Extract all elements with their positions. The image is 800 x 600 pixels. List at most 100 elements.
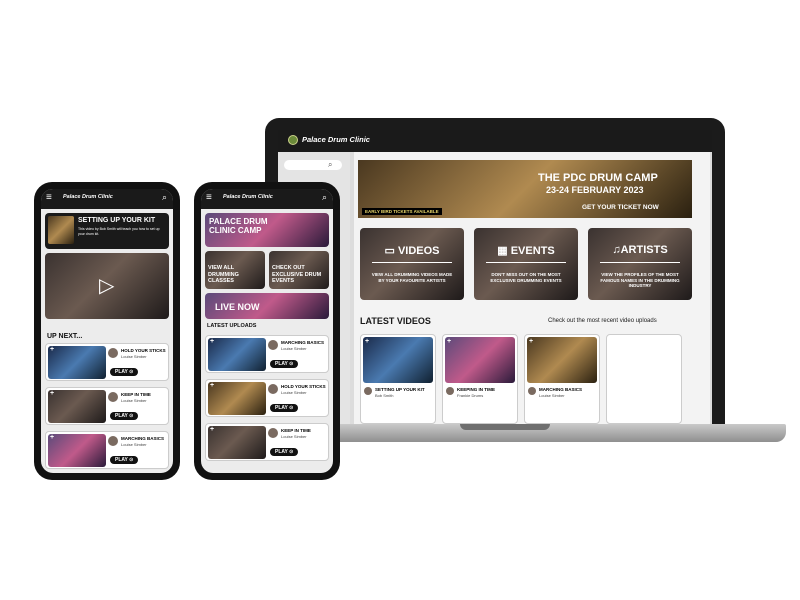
logo-text[interactable]: Palace Drum Clinic: [302, 135, 370, 144]
play-button[interactable]: PLAY ⊙: [270, 404, 299, 412]
view-all-label: VIEW ALL DRUM VIDEOS: [612, 373, 676, 393]
avatar: [268, 340, 278, 350]
video-author: Louise Simber: [539, 393, 565, 398]
camp-banner[interactable]: PALACE DRUM CLINIC CAMP: [205, 213, 329, 247]
play-button[interactable]: PLAY ⊙: [110, 456, 139, 464]
video-title: MARCHING BASICS: [121, 436, 165, 441]
feature-video-card[interactable]: SETTING UP YOUR KIT This video by Bob Sm…: [45, 213, 169, 249]
avatar: [528, 387, 536, 395]
avatar: [446, 387, 454, 395]
plus-icon[interactable]: +: [50, 390, 54, 397]
phone-2-frame: ≡ Palace Drum Clinic ⌕ PALACE DRUM CLINI…: [194, 182, 340, 480]
early-bird-badge: EARLY BIRD TICKETS AVAILABLE: [362, 208, 442, 215]
video-thumbnail: [48, 390, 106, 423]
classes-tile[interactable]: VIEW ALL DRUMMING CLASSES: [205, 251, 265, 289]
video-card[interactable]: + MARCHING BASICS Louise Simber: [524, 334, 600, 424]
search-icon[interactable]: ⌕: [328, 160, 332, 170]
logo-icon[interactable]: [288, 135, 298, 145]
video-author: Frankie Drums: [457, 393, 484, 398]
video-thumbnail: [208, 382, 266, 415]
video-title: MARCHING BASICS: [281, 340, 325, 345]
search-input[interactable]: [284, 160, 342, 170]
hero-banner[interactable]: THE PDC DRUM CAMP 23-24 FEBRUARY 2023 GE…: [358, 160, 692, 218]
video-author: Louise Simber: [281, 434, 307, 439]
video-title: KEEP IN TIME: [121, 392, 151, 397]
video-thumbnail[interactable]: [363, 337, 433, 383]
video-author: Louise Simber: [281, 346, 307, 351]
up-next-heading: UP NEXT...: [47, 333, 83, 340]
feature-desc: This video by Bob Smith will teach you h…: [78, 227, 160, 236]
plus-icon[interactable]: +: [50, 346, 54, 353]
video-thumbnail[interactable]: [445, 337, 515, 383]
plus-icon[interactable]: +: [210, 426, 214, 433]
events-label: CHECK OUT EXCLUSIVE DRUM EVENTS: [272, 265, 322, 284]
video-author: Bob Smith: [375, 393, 394, 398]
category-title: EVENTS: [510, 245, 555, 257]
plus-icon[interactable]: +: [210, 338, 214, 345]
video-thumbnail[interactable]: [527, 337, 597, 383]
view-all-videos-card[interactable]: VIEW ALL DRUM VIDEOS: [606, 334, 682, 424]
divider: [600, 262, 680, 263]
logo-text[interactable]: Palace Drum Clinic: [223, 194, 273, 200]
camp-title: PALACE DRUM CLINIC CAMP: [209, 217, 268, 235]
video-author: Louise Simber: [121, 442, 147, 447]
play-icon[interactable]: ▷: [99, 273, 114, 298]
video-title: MARCHING BASICS: [539, 387, 583, 392]
main-content: THE PDC DRUM CAMP 23-24 FEBRUARY 2023 GE…: [354, 152, 710, 424]
latest-videos-heading: LATEST VIDEOS: [360, 316, 431, 326]
play-button[interactable]: PLAY ⊙: [110, 412, 139, 420]
live-now-label: LIVE NOW: [215, 302, 260, 312]
feature-thumbnail: [48, 216, 74, 244]
video-title: KEEPING IN TIME: [457, 387, 496, 392]
avatar: [268, 384, 278, 394]
video-author: Louise Simber: [121, 398, 147, 403]
events-tile[interactable]: CHECK OUT EXCLUSIVE DRUM EVENTS: [269, 251, 329, 289]
list-item[interactable]: + HOLD YOUR STICKS Louise Simber PLAY ⊙: [45, 343, 169, 381]
list-item[interactable]: + KEEP IN TIME Louise Simber PLAY ⊙: [45, 387, 169, 425]
plus-icon[interactable]: +: [529, 338, 533, 345]
video-title: HOLD YOUR STICKS: [281, 384, 326, 389]
phone-1-frame: ≡ Palace Drum Clinic ⌕ SETTING UP YOUR K…: [34, 182, 180, 480]
play-button[interactable]: PLAY ⊙: [110, 368, 139, 376]
phone-1-screen: ≡ Palace Drum Clinic ⌕ SETTING UP YOUR K…: [41, 189, 173, 473]
video-title: SETTING UP YOUR KIT: [375, 387, 425, 392]
video-thumbnail: [208, 338, 266, 371]
video-thumbnail: [48, 434, 106, 467]
menu-icon[interactable]: ≡: [46, 192, 52, 203]
ticket-cta-link[interactable]: GET YOUR TICKET NOW: [582, 204, 659, 211]
divider: [486, 262, 566, 263]
list-item[interactable]: + MARCHING BASICS Louise Simber PLAY ⊙: [205, 335, 329, 373]
category-card-videos[interactable]: ▭ VIDEOS VIEW ALL DRUMMING VIDEOS MADE B…: [360, 228, 464, 300]
plus-icon[interactable]: +: [447, 338, 451, 345]
music-note-icon: ♫: [612, 244, 621, 256]
phone-navbar: ≡ Palace Drum Clinic ⌕: [41, 189, 173, 209]
live-now-banner[interactable]: LIVE NOW: [205, 293, 329, 319]
latest-uploads-heading: LATEST UPLOADS: [207, 323, 257, 329]
category-card-events[interactable]: ▦ EVENTS DON'T MISS OUT ON THE MOST EXCL…: [474, 228, 578, 300]
list-item[interactable]: + KEEP IN TIME Louise Simber PLAY ⊙: [205, 423, 329, 461]
category-desc: VIEW THE PROFILES OF THE MOST FAMOUS NAM…: [600, 272, 680, 288]
category-title: VIDEOS: [397, 245, 440, 257]
play-button[interactable]: PLAY ⊙: [270, 360, 299, 368]
video-title: HOLD YOUR STICKS: [121, 348, 166, 353]
list-item[interactable]: + HOLD YOUR STICKS Louise Simber PLAY ⊙: [205, 379, 329, 417]
avatar: [364, 387, 372, 395]
video-card[interactable]: + SETTING UP YOUR KIT Bob Smith: [360, 334, 436, 424]
plus-icon[interactable]: +: [210, 382, 214, 389]
list-item[interactable]: + MARCHING BASICS Louise Simber PLAY ⊙: [45, 431, 169, 469]
avatar: [108, 348, 118, 358]
category-card-artists[interactable]: ♫ARTISTS VIEW THE PROFILES OF THE MOST F…: [588, 228, 692, 300]
calendar-icon: ▦: [497, 245, 511, 257]
play-button[interactable]: PLAY ⊙: [270, 448, 299, 456]
classes-label: VIEW ALL DRUMMING CLASSES: [208, 265, 239, 284]
menu-icon[interactable]: ≡: [206, 192, 212, 203]
search-icon[interactable]: ⌕: [162, 192, 167, 203]
plus-icon[interactable]: +: [50, 434, 54, 441]
video-player[interactable]: ▷: [45, 253, 169, 319]
divider: [372, 262, 452, 263]
category-title: ARTISTS: [620, 244, 668, 256]
plus-icon[interactable]: +: [365, 338, 369, 345]
search-icon[interactable]: ⌕: [322, 192, 327, 203]
video-card[interactable]: + KEEPING IN TIME Frankie Drums: [442, 334, 518, 424]
logo-text[interactable]: Palace Drum Clinic: [63, 194, 113, 200]
